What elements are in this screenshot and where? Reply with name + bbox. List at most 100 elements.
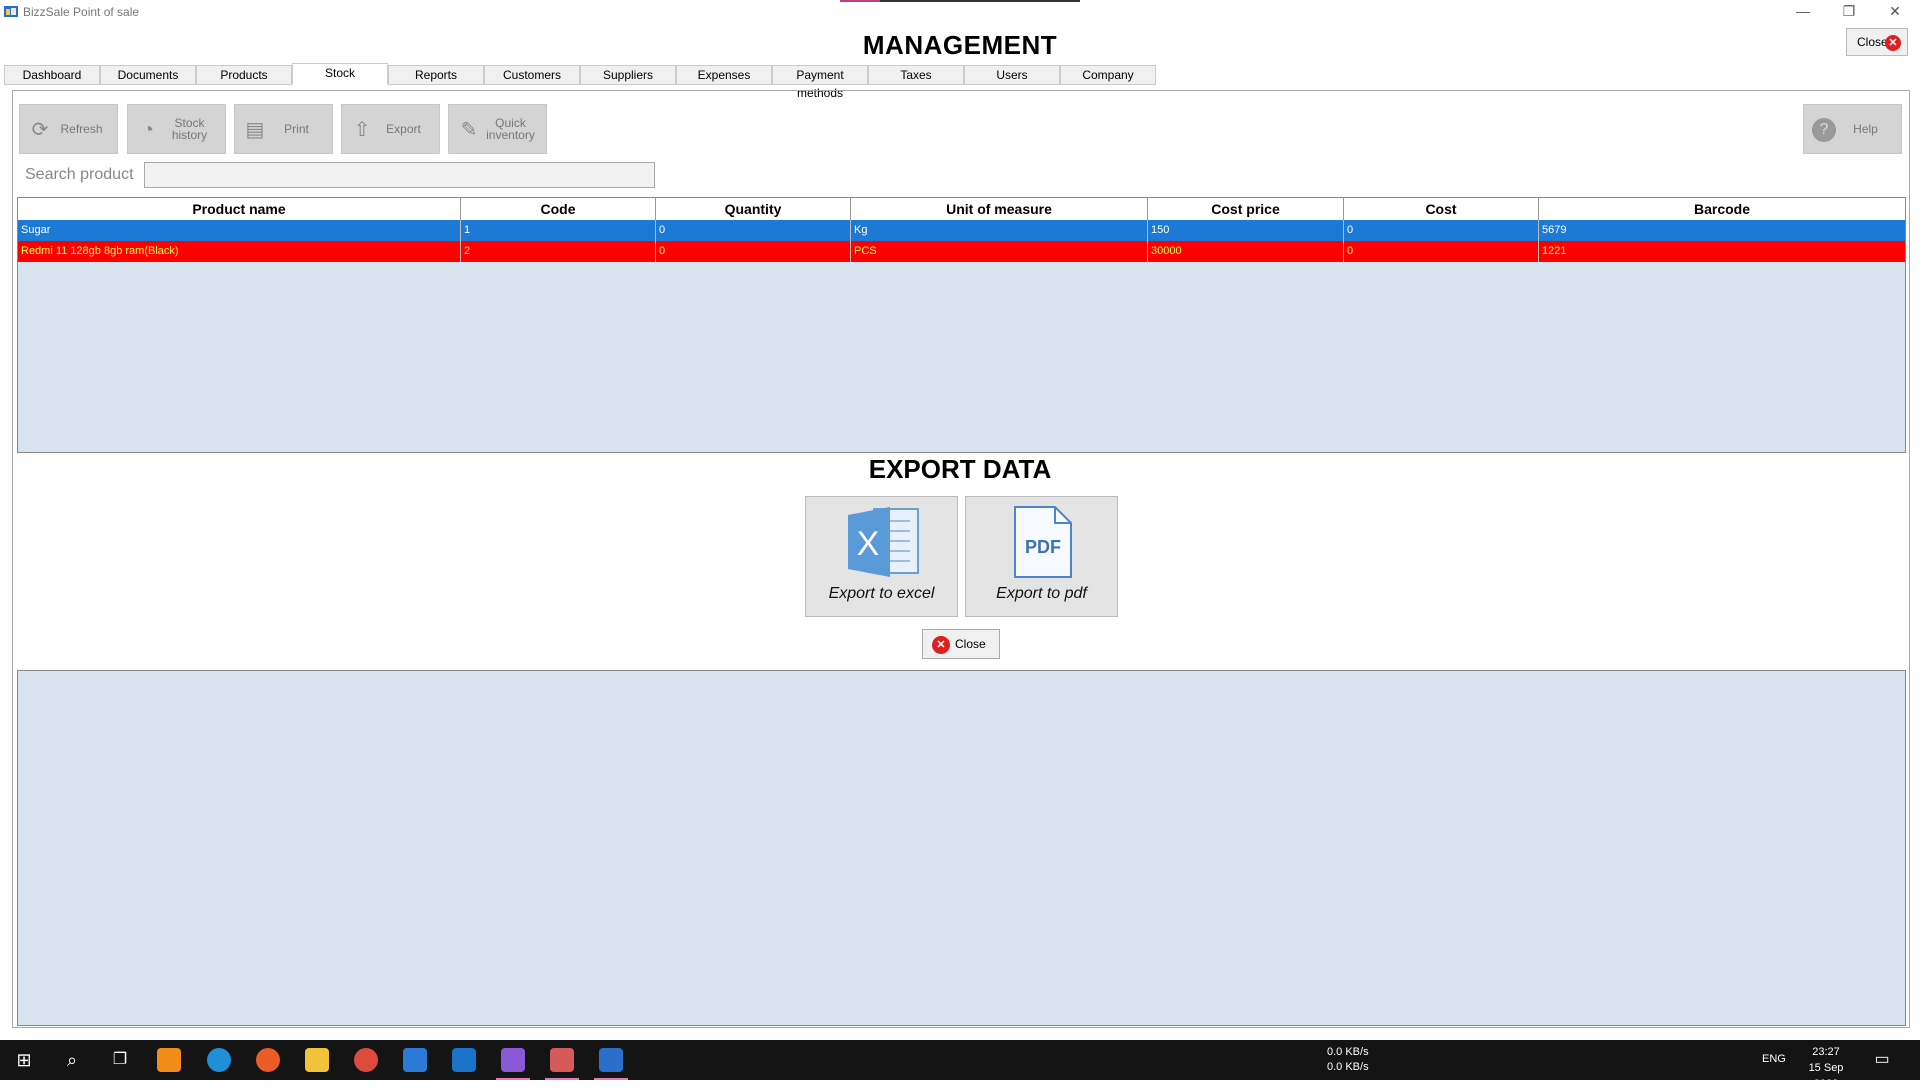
close-circle-icon: ✕ [932, 636, 950, 654]
close-button-label: Close [1857, 35, 1888, 49]
search-label: Search product [25, 166, 134, 183]
arrow-up-icon: ⇧ [353, 119, 371, 141]
cell-quantity: 0 [656, 220, 851, 241]
column-header-barcode[interactable]: Barcode [1539, 198, 1905, 220]
cell-product-name: Redmi 11 128gb 8gb ram(Black) [18, 241, 461, 262]
cell-barcode: 5679 [1542, 224, 1567, 236]
minimize-icon[interactable]: — [1780, 0, 1826, 22]
stock-grid[interactable]: Product name Code Quantity Unit of measu… [17, 197, 1906, 453]
cell-code: 2 [461, 241, 656, 262]
export-label: Export [386, 122, 421, 136]
stock-history-button[interactable]: ◔ Stock history [127, 104, 226, 154]
file-explorer-icon[interactable] [305, 1048, 329, 1072]
cell-unit: PCS [851, 241, 1148, 262]
column-header-product-name[interactable]: Product name [18, 198, 461, 220]
tab-payment-methods[interactable]: Payment methods [772, 65, 868, 100]
stock-detail-area [17, 670, 1906, 1026]
search-app-icon[interactable] [157, 1048, 181, 1072]
close-icon[interactable]: ✕ [1872, 0, 1918, 22]
column-header-cost[interactable]: Cost [1344, 198, 1539, 220]
cell-cost: 0 [1344, 241, 1539, 262]
table-row[interactable]: Redmi 11 128gb 8gb ram(Black) 2 0 PCS 30… [18, 241, 1905, 262]
net-up-speed: 0.0 KB/s [1327, 1061, 1369, 1073]
grid-header: Product name Code Quantity Unit of measu… [18, 198, 1905, 221]
tab-taxes[interactable]: Taxes [868, 65, 964, 85]
store-icon[interactable] [403, 1048, 427, 1072]
restore-icon[interactable]: ❐ [1826, 0, 1872, 22]
column-header-unit-of-measure[interactable]: Unit of measure [851, 198, 1148, 220]
title-accent-strip [840, 0, 1080, 2]
help-button[interactable]: ? Help [1803, 104, 1902, 154]
column-header-code[interactable]: Code [461, 198, 656, 220]
table-row[interactable]: Sugar 1 0 Kg 150 0 5679 [18, 220, 1905, 241]
export-to-excel-button[interactable]: X Export to excel [805, 496, 958, 617]
close-export-button[interactable]: ✕ Close [922, 629, 1000, 659]
management-tabs: Dashboard Documents Products Stock Repor… [4, 63, 1156, 100]
tab-customers[interactable]: Customers [484, 65, 580, 85]
refresh-label: Refresh [60, 122, 103, 136]
export-to-pdf-label: Export to pdf [996, 585, 1087, 602]
tab-reports[interactable]: Reports [388, 65, 484, 85]
close-management-button[interactable]: Close ✕ [1846, 28, 1908, 56]
cell-cost: 0 [1344, 220, 1539, 241]
export-data-title: EXPORT DATA [868, 454, 1052, 484]
tab-products[interactable]: Products [196, 65, 292, 85]
quick-inventory-label: Quick inventory [486, 116, 535, 142]
bizzsale-app-icon[interactable] [599, 1048, 623, 1072]
firefox-icon[interactable] [256, 1048, 280, 1072]
tab-expenses[interactable]: Expenses [676, 65, 772, 85]
print-button[interactable]: ▤ Print [234, 104, 333, 154]
cell-cost-price: 30000 [1148, 241, 1344, 262]
window-title: BizzSale Point of sale [23, 5, 140, 19]
tab-users[interactable]: Users [964, 65, 1060, 85]
help-label: Help [1853, 122, 1878, 136]
tab-documents[interactable]: Documents [100, 65, 196, 85]
clock-time: 23:27 [1812, 1046, 1840, 1058]
tab-dashboard[interactable]: Dashboard [4, 65, 100, 85]
excel-icon-letter: X [857, 525, 880, 563]
edit-icon: ✎ [460, 119, 478, 141]
visual-studio-icon[interactable] [501, 1048, 525, 1072]
language-indicator[interactable]: ENG [1762, 1053, 1786, 1065]
search-icon[interactable]: ⌕ [60, 1048, 84, 1072]
app-icon[interactable] [550, 1048, 574, 1072]
history-icon: ◔ [141, 119, 155, 141]
printer-icon: ▤ [245, 119, 265, 141]
excel-icon: X [848, 507, 919, 577]
net-down-speed: 0.0 KB/s [1327, 1046, 1369, 1058]
taskbar: ⊞ ⌕ ❐ 0.0 KB/s 0.0 KB/s ENG 23:27 15 Sep… [0, 1040, 1920, 1090]
column-header-cost-price[interactable]: Cost price [1148, 198, 1344, 220]
column-header-quantity[interactable]: Quantity [656, 198, 851, 220]
quick-inventory-button[interactable]: ✎ Quick inventory [448, 104, 547, 154]
export-button[interactable]: ⇧ Export [341, 104, 440, 154]
edge-icon[interactable] [207, 1048, 231, 1072]
notification-icon[interactable]: ▭ [1870, 1048, 1894, 1072]
clock-date: 15 Sep 2022 [1808, 1062, 1844, 1090]
cell-product-name: Sugar [18, 220, 461, 241]
app-icon [4, 6, 18, 17]
mail-icon[interactable] [452, 1048, 476, 1072]
close-export-label: Close [955, 637, 986, 651]
export-to-excel-label: Export to excel [828, 585, 935, 602]
pdf-icon: PDF [1014, 506, 1072, 578]
cell-code: 1 [461, 220, 656, 241]
export-to-pdf-button[interactable]: PDF Export to pdf [965, 496, 1118, 617]
chrome-icon[interactable] [354, 1048, 378, 1072]
close-circle-icon: ✕ [1885, 35, 1901, 51]
clock[interactable]: 23:27 15 Sep 2022 [1796, 1044, 1856, 1092]
cell-cost-price: 150 [1148, 220, 1344, 241]
refresh-icon: ⟳ [31, 119, 49, 141]
network-speed: 0.0 KB/s 0.0 KB/s [1327, 1045, 1369, 1075]
help-icon: ? [1812, 118, 1836, 142]
search-input[interactable] [144, 162, 655, 188]
task-view-icon[interactable]: ❐ [108, 1048, 132, 1072]
pdf-icon-text: PDF [1025, 537, 1061, 557]
cell-quantity: 0 [656, 241, 851, 262]
print-label: Print [284, 122, 309, 136]
tab-stock[interactable]: Stock [292, 63, 388, 85]
windows-start-icon[interactable]: ⊞ [12, 1048, 36, 1072]
tab-suppliers[interactable]: Suppliers [580, 65, 676, 85]
tab-company[interactable]: Company [1060, 65, 1156, 85]
cell-unit: Kg [851, 220, 1148, 241]
refresh-button[interactable]: ⟳ Refresh [19, 104, 118, 154]
